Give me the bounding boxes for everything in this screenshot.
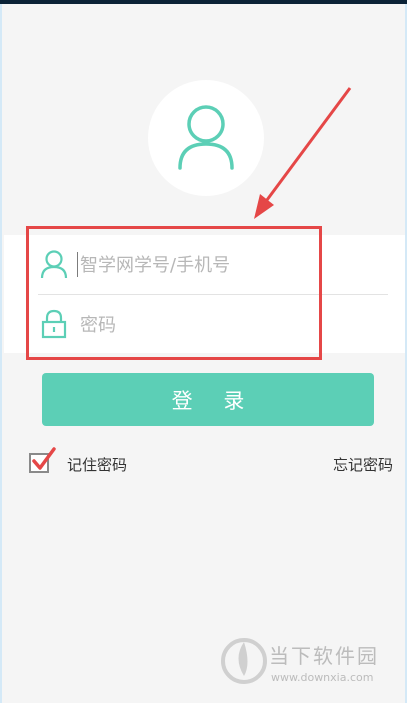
forgot-password-link[interactable]: 忘记密码	[333, 454, 393, 475]
watermark-brand: 当下软件园	[269, 644, 379, 668]
remember-checkbox[interactable]	[29, 447, 56, 473]
login-screen: 登 录 记住密码 忘记密码 当下软件园 www.downxia.com	[2, 4, 405, 703]
annotation-arrow-icon	[254, 87, 352, 219]
downxia-logo-icon	[221, 638, 267, 684]
watermark: 当下软件园 www.downxia.com	[221, 636, 401, 692]
login-button[interactable]: 登 录	[42, 373, 374, 426]
watermark-url: www.downxia.com	[271, 671, 374, 684]
checkmark-icon	[32, 447, 56, 470]
remember-label: 记住密码	[67, 456, 128, 474]
